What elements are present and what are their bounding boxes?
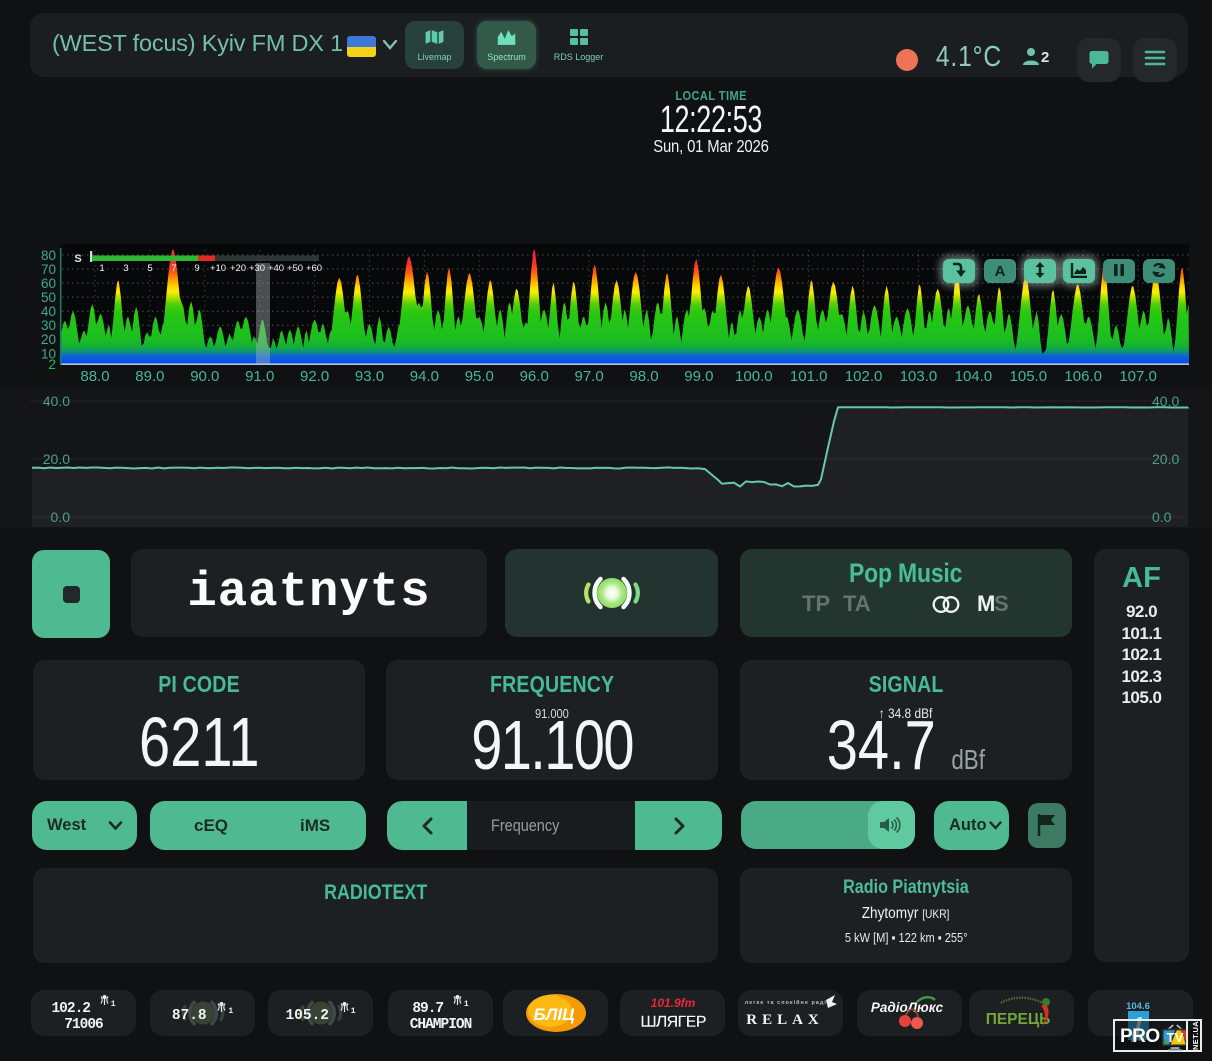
svg-text:0.0: 0.0 bbox=[1152, 509, 1172, 525]
svg-text:БЛІЦ: БЛІЦ bbox=[533, 1005, 575, 1024]
svg-text:RELAX: RELAX bbox=[746, 1012, 824, 1028]
svg-text:легке та спокійне радіо: легке та спокійне радіо bbox=[745, 999, 832, 1006]
svg-text:ШЛЯГЕР: ШЛЯГЕР bbox=[640, 1013, 706, 1031]
svg-text:TV: TV bbox=[1167, 1030, 1184, 1045]
svg-text:101.9fm: 101.9fm bbox=[651, 996, 696, 1010]
svg-text:40.0: 40.0 bbox=[1152, 393, 1179, 409]
svg-text:20.0: 20.0 bbox=[43, 451, 70, 467]
svg-text:40.0: 40.0 bbox=[43, 393, 70, 409]
svg-text:ПЕРЕЦЬ: ПЕРЕЦЬ bbox=[986, 1011, 1051, 1028]
svg-text:20.0: 20.0 bbox=[1152, 451, 1179, 467]
svg-text:0.0: 0.0 bbox=[51, 509, 71, 525]
